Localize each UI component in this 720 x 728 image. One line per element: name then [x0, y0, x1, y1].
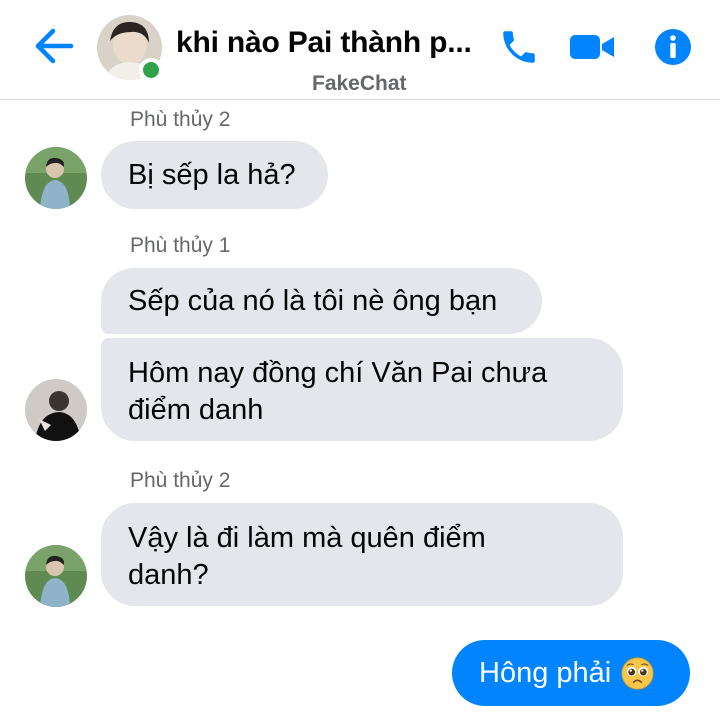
message-text: Sếp của nó là tôi nè ông bạn — [128, 284, 498, 317]
voice-call-button[interactable] — [494, 24, 544, 70]
phone-icon — [503, 31, 535, 63]
message-bubble[interactable]: Vậy là đi làm mà quên điểm danh? — [101, 503, 623, 606]
message-bubble[interactable]: Bị sếp la hả? — [101, 141, 328, 209]
chat-header: khi nào Pai thành p... FakeChat — [0, 0, 720, 100]
outgoing-message-bubble[interactable]: Hông phải — [452, 640, 690, 706]
sender-name: Phù thủy 2 — [130, 469, 231, 492]
info-icon — [655, 29, 691, 65]
video-camera-icon — [570, 35, 614, 59]
sender-avatar[interactable] — [25, 379, 87, 441]
message-text: Bị sếp la hả? — [128, 158, 296, 191]
arrow-left-icon — [35, 28, 74, 64]
sender-avatar[interactable] — [25, 545, 87, 607]
sender-name: Phù thủy 1 — [130, 234, 231, 257]
message-text: Vậy là đi làm mà quên điểm danh? — [128, 522, 486, 591]
pleading-face-icon — [621, 656, 654, 690]
message-text: Hôm nay đồng chí Văn Pai chưa điểm danh — [128, 357, 548, 426]
message-text: Hông phải — [479, 656, 612, 689]
back-button[interactable] — [30, 24, 78, 68]
app-subtitle: FakeChat — [312, 72, 407, 95]
message-bubble[interactable]: Sếp của nó là tôi nè ông bạn — [101, 268, 542, 334]
sender-name: Phù thủy 2 — [130, 108, 231, 131]
conversation-title[interactable]: khi nào Pai thành p... — [176, 26, 482, 60]
message-bubble[interactable]: Hôm nay đồng chí Văn Pai chưa điểm danh — [101, 338, 623, 441]
info-button[interactable] — [648, 24, 698, 70]
sender-avatar[interactable] — [25, 147, 87, 209]
online-status-indicator — [139, 58, 163, 82]
video-call-button[interactable] — [567, 24, 617, 70]
